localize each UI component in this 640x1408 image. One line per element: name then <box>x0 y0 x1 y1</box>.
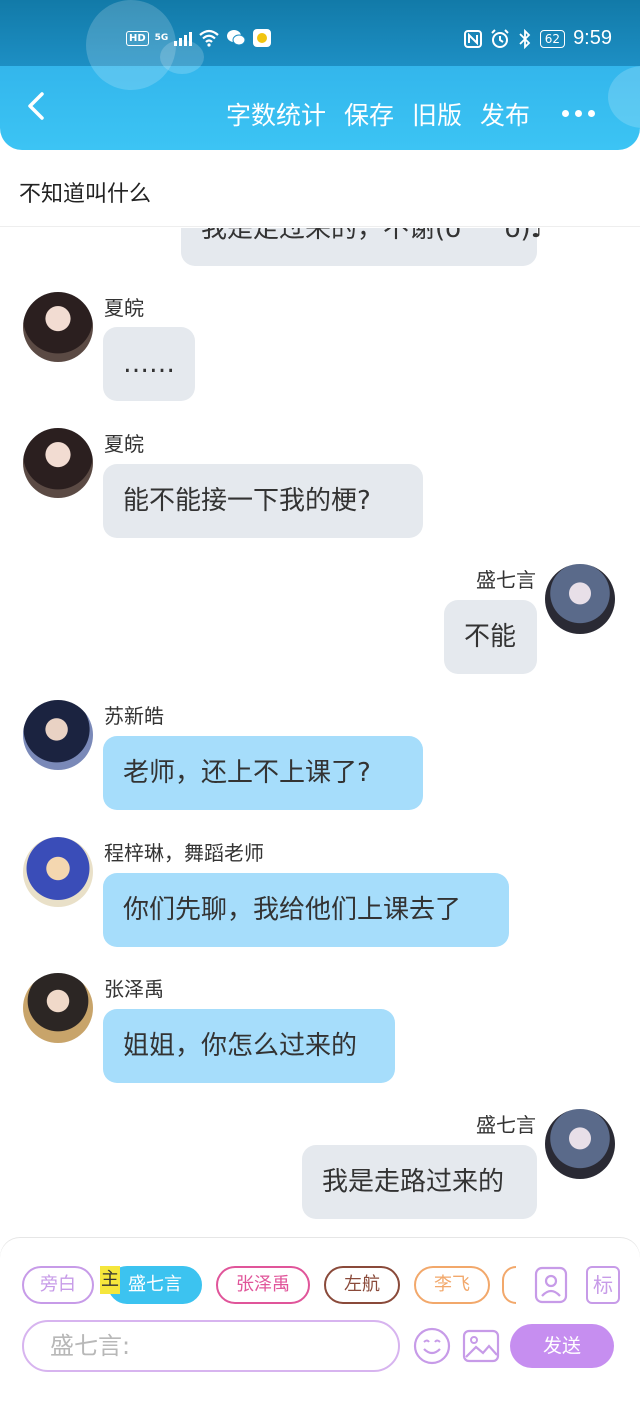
status-left: HD 5G <box>126 28 272 48</box>
avatar[interactable] <box>23 292 93 362</box>
message-bubble[interactable]: 你们先聊，我给他们上课去了 <box>103 873 509 947</box>
bluetooth-icon <box>519 28 531 49</box>
image-icon[interactable] <box>461 1326 501 1366</box>
message-input[interactable]: 盛七言: <box>22 1320 400 1372</box>
message-bubble[interactable]: 不能 <box>444 600 537 674</box>
chat-title[interactable]: 不知道叫什么 <box>19 176 151 208</box>
sender-name: 夏皖 <box>104 432 144 456</box>
hd-badge: HD <box>126 30 149 46</box>
word-count-button[interactable]: 字数统计 <box>226 96 326 132</box>
alarm-icon <box>491 28 509 48</box>
character-chip[interactable]: 张泽禹 <box>216 1266 310 1304</box>
chat-title-bar: 不知道叫什么 <box>0 160 640 227</box>
composer-panel: 旁白 盛七言 主 张泽禹 左航 李飞 标 盛七言: 发送 <box>0 1238 640 1408</box>
sender-name: 程梓琳，舞蹈老师 <box>104 841 264 865</box>
publish-button[interactable]: 发布 <box>480 96 530 132</box>
send-button[interactable]: 发送 <box>510 1324 614 1368</box>
character-chip-partial[interactable] <box>502 1266 516 1304</box>
message-bubble[interactable]: 我是走路过来的 <box>302 1145 537 1219</box>
main-character-tag: 主 <box>100 1266 120 1294</box>
wifi-icon <box>199 29 220 47</box>
mark-icon[interactable]: 标 <box>586 1266 620 1304</box>
message-bubble[interactable]: 老师，还上不上课了? <box>103 736 423 810</box>
character-chip-selected[interactable]: 盛七言 <box>108 1266 202 1304</box>
signal-icon <box>174 30 193 46</box>
old-version-button[interactable]: 旧版 <box>412 96 462 132</box>
avatar[interactable] <box>23 428 93 498</box>
message-bubble[interactable]: 能不能接一下我的梗? <box>103 464 423 538</box>
wechat-icon <box>227 30 246 46</box>
character-chip-narrator[interactable]: 旁白 <box>22 1266 94 1304</box>
header-actions: 字数统计 保存 旧版 发布 <box>226 96 530 132</box>
network-badge: 5G <box>154 32 169 43</box>
nav-bar: 字数统计 保存 旧版 发布 <box>0 66 640 150</box>
top-bar: HD 5G 62 9:59 字数统计 保存 旧版 发布 <box>0 0 640 150</box>
more-menu-icon[interactable] <box>562 110 595 117</box>
chat-list[interactable]: 我是走过来的，不谢(ò^^ó)♪ 夏皖 …… 夏皖 能不能接一下我的梗? 盛七言… <box>0 228 640 1238</box>
avatar[interactable] <box>23 837 93 907</box>
avatar[interactable] <box>545 564 615 634</box>
avatar[interactable] <box>23 700 93 770</box>
message-bubble[interactable]: 我是走过来的，不谢(ò^^ó)♪ <box>181 228 547 266</box>
sender-name: 张泽禹 <box>104 977 164 1001</box>
emoji-icon[interactable] <box>412 1326 452 1366</box>
status-bar: HD 5G 62 9:59 <box>0 0 640 66</box>
message-bubble[interactable]: 姐姐，你怎么过来的 <box>103 1009 395 1083</box>
save-button[interactable]: 保存 <box>344 96 394 132</box>
back-arrow-icon[interactable] <box>18 86 58 126</box>
nfc-icon <box>463 29 482 48</box>
avatar[interactable] <box>23 973 93 1043</box>
sender-name: 盛七言 <box>476 568 536 592</box>
sender-name: 苏新皓 <box>104 704 164 728</box>
avatar[interactable] <box>545 1109 615 1179</box>
sender-name: 盛七言 <box>476 1113 536 1137</box>
app-notification-icon <box>253 29 272 47</box>
sender-name: 夏皖 <box>104 296 144 320</box>
battery-level: 62 <box>539 29 566 48</box>
message-bubble[interactable]: …… <box>103 327 195 401</box>
status-right: 62 9:59 <box>463 27 612 50</box>
character-chip[interactable]: 左航 <box>324 1266 400 1304</box>
clock: 9:59 <box>573 27 612 49</box>
add-character-icon[interactable] <box>534 1266 568 1304</box>
character-chip[interactable]: 李飞 <box>414 1266 490 1304</box>
